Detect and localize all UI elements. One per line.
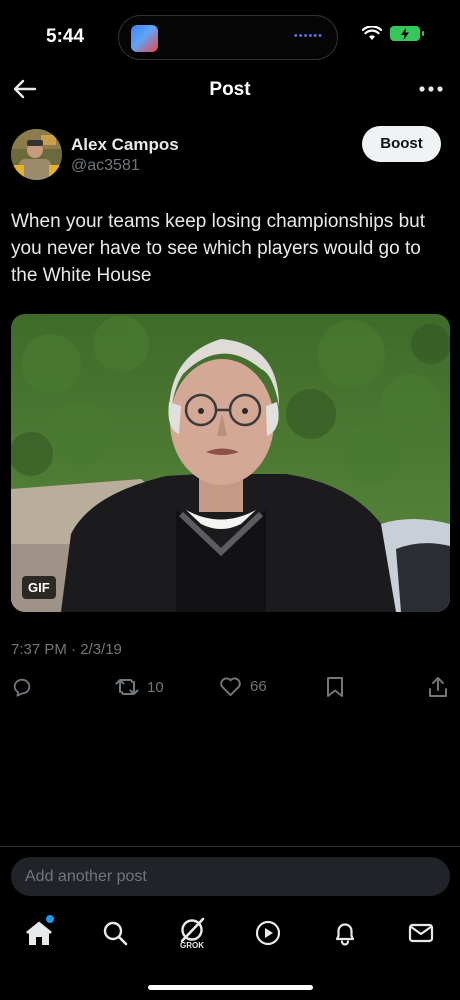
heart-icon — [220, 677, 241, 697]
home-indicator — [148, 985, 313, 990]
share-button[interactable] — [427, 676, 449, 698]
now-playing-app-icon — [131, 25, 158, 52]
home-icon — [26, 921, 52, 945]
status-icons — [362, 26, 424, 41]
audio-waveform-icon: •••••• — [293, 30, 323, 42]
bookmark-button[interactable] — [325, 676, 345, 698]
post-media[interactable]: GIF — [11, 314, 450, 612]
search-icon — [103, 921, 128, 946]
bookmark-icon — [327, 677, 343, 697]
page-title: Post — [209, 79, 251, 100]
avatar-photo — [11, 129, 62, 180]
more-options-button[interactable] — [416, 74, 446, 104]
status-bar: 5:44 •••••• — [0, 0, 460, 64]
author-name[interactable]: Alex Campos — [71, 135, 179, 155]
messages-icon — [408, 923, 434, 943]
wifi-icon — [362, 26, 382, 40]
like-button[interactable]: 66 — [219, 676, 267, 697]
grok-label: GROK — [180, 940, 204, 950]
author-handle[interactable]: @ac3581 — [71, 157, 140, 175]
tab-video[interactable] — [250, 915, 286, 951]
post-timestamp[interactable]: 7:37 PM · 2/3/19 — [11, 641, 122, 658]
notification-dot — [46, 915, 54, 923]
grok-icon — [180, 917, 205, 942]
avatar[interactable] — [11, 129, 62, 180]
repost-icon — [115, 679, 139, 695]
video-icon — [255, 920, 281, 946]
repost-count: 10 — [147, 678, 164, 696]
reply-input[interactable] — [11, 857, 450, 896]
tab-search[interactable] — [97, 915, 133, 951]
tab-notifications[interactable] — [327, 915, 363, 951]
more-icon — [419, 86, 443, 92]
post-header: Post — [0, 64, 460, 116]
status-time: 5:44 — [46, 26, 85, 47]
like-count: 66 — [250, 678, 267, 695]
reply-button[interactable] — [11, 676, 33, 698]
post-actions: 10 66 — [0, 674, 460, 704]
reply-icon — [13, 678, 31, 697]
tab-grok[interactable]: GROK — [174, 915, 210, 951]
dynamic-island[interactable]: •••••• — [118, 15, 338, 60]
gif-badge: GIF — [22, 576, 56, 599]
share-icon — [429, 677, 447, 697]
gif-preview-image — [11, 314, 450, 612]
battery-icon — [390, 26, 424, 41]
boost-button[interactable]: Boost — [362, 126, 441, 162]
tab-messages[interactable] — [403, 915, 439, 951]
post-text: When your teams keep losing championship… — [11, 211, 426, 286]
repost-button[interactable]: 10 — [115, 676, 164, 698]
bottom-tab-bar: GROK — [0, 905, 460, 965]
tab-home[interactable] — [21, 915, 57, 951]
notifications-icon — [335, 923, 355, 946]
divider — [0, 846, 460, 847]
